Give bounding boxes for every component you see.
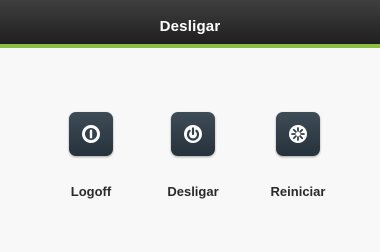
actions-panel: Logoff Desligar Reiniciar bbox=[0, 48, 380, 252]
dialog-title: Desligar bbox=[159, 17, 221, 35]
shutdown-dialog: Desligar Logoff Desligar Reiniciar bbox=[0, 0, 380, 252]
logoff-tile[interactable] bbox=[69, 112, 113, 156]
restart-label: Reiniciar bbox=[270, 184, 326, 199]
power-icon bbox=[184, 125, 202, 143]
restart-icon bbox=[289, 125, 307, 143]
logoff-button[interactable]: Logoff bbox=[46, 112, 136, 199]
shutdown-label: Desligar bbox=[167, 184, 219, 199]
restart-button[interactable]: Reiniciar bbox=[253, 112, 343, 199]
logoff-label: Logoff bbox=[70, 184, 112, 199]
restart-tile[interactable] bbox=[276, 112, 320, 156]
shutdown-button[interactable]: Desligar bbox=[148, 112, 238, 199]
title-bar: Desligar bbox=[0, 0, 380, 44]
shutdown-tile[interactable] bbox=[171, 112, 215, 156]
logoff-icon bbox=[82, 125, 100, 143]
